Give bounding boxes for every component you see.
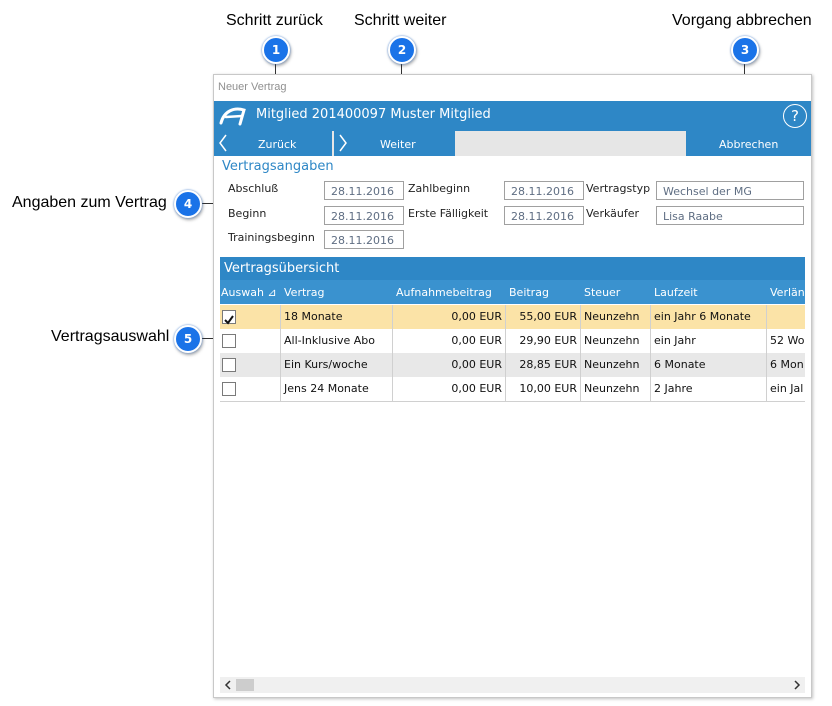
callout-label-contract-selection: Vertragsauswahl	[51, 328, 170, 345]
callout-label-contract-details: Angaben zum Vertrag	[12, 194, 167, 211]
checkmark-icon	[224, 315, 234, 325]
row-select-cell	[220, 305, 281, 329]
verlaengerung-cell: 6 Mon	[767, 353, 805, 377]
vertrag-cell: 18 Monate	[281, 305, 393, 329]
row-select-cell	[220, 377, 281, 401]
member-header: Mitglied 201400097 Muster Mitglied ?	[214, 101, 811, 131]
aufnahme-cell: 0,00 EUR	[393, 377, 506, 401]
laufzeit-cell: 2 Jahre	[651, 377, 767, 401]
verlaengerung-cell	[767, 305, 805, 329]
steuer-cell: Neunzehn	[581, 377, 651, 401]
callout-badge-2: 2	[388, 36, 416, 64]
aufnahme-cell: 0,00 EUR	[393, 305, 506, 329]
contract-grid: Auswah ⊿ Vertrag Aufnahmebeitrag Beitrag…	[220, 280, 805, 680]
beitrag-cell: 29,90 EUR	[506, 329, 581, 353]
scroll-thumb[interactable]	[236, 679, 254, 691]
col-header-aufnahmebeitrag[interactable]: Aufnahmebeitrag	[396, 286, 492, 299]
back-button[interactable]: Zurück	[214, 131, 332, 156]
trainingsbeginn-label: Trainingsbeginn	[228, 231, 315, 244]
laufzeit-cell: ein Jahr	[651, 329, 767, 353]
sort-icon: ⊿	[267, 286, 277, 299]
help-icon[interactable]: ?	[783, 104, 807, 128]
chevron-left-icon	[219, 134, 227, 152]
wizard-toolbar: Zurück Weiter Abbrechen	[214, 131, 811, 156]
col-header-steuer[interactable]: Steuer	[584, 286, 620, 299]
row-checkbox[interactable]	[222, 334, 236, 348]
horizontal-scrollbar[interactable]	[220, 677, 805, 693]
beitrag-cell: 10,00 EUR	[506, 377, 581, 401]
faelligkeit-label: Erste Fälligkeit	[408, 207, 489, 220]
cancel-button[interactable]: Abbrechen	[686, 131, 811, 156]
col-header-verlaengerung[interactable]: Verlän	[770, 286, 805, 299]
table-row[interactable]: Jens 24 Monate 0,00 EUR 10,00 EUR Neunze…	[220, 377, 805, 402]
window-title: Neuer Vertrag	[218, 81, 287, 93]
zahlbeginn-label: Zahlbeginn	[408, 182, 471, 195]
vertrag-cell: Ein Kurs/woche	[281, 353, 393, 377]
row-checkbox[interactable]	[222, 382, 236, 396]
abschluss-label: Abschluß	[228, 182, 279, 195]
steuer-cell: Neunzehn	[581, 353, 651, 377]
scroll-right-icon[interactable]	[791, 677, 803, 693]
beginn-field[interactable]: 28.11.2016	[324, 206, 404, 225]
zahlbeginn-field[interactable]: 28.11.2016	[504, 181, 584, 200]
vertrag-cell: Jens 24 Monate	[281, 377, 393, 401]
row-select-cell	[220, 353, 281, 377]
callout-badge-5: 5	[174, 325, 202, 353]
callout-badge-3: 3	[731, 36, 759, 64]
verlaengerung-cell: 52 Wo	[767, 329, 805, 353]
callout-badge-1: 1	[262, 36, 290, 64]
member-title: Mitglied 201400097 Muster Mitglied	[256, 107, 491, 122]
col-header-beitrag[interactable]: Beitrag	[509, 286, 549, 299]
verlaengerung-cell: ein Jal	[767, 377, 805, 401]
faelligkeit-field[interactable]: 28.11.2016	[504, 206, 584, 225]
col-header-laufzeit[interactable]: Laufzeit	[654, 286, 698, 299]
vertragstyp-field[interactable]: Wechsel der MG	[656, 181, 804, 200]
contract-overview-header: Vertragsübersicht	[220, 257, 805, 280]
chevron-right-icon	[339, 134, 347, 152]
aufnahme-cell: 0,00 EUR	[393, 353, 506, 377]
callout-badge-4: 4	[174, 190, 202, 218]
callout-label-next: Schritt weiter	[354, 12, 447, 29]
vertragstyp-label: Vertragstyp	[586, 182, 651, 195]
grid-column-header: Auswah ⊿ Vertrag Aufnahmebeitrag Beitrag…	[220, 280, 805, 304]
table-row[interactable]: 18 Monate 0,00 EUR 55,00 EUR Neunzehn ei…	[220, 305, 805, 330]
contract-overview-title: Vertragsübersicht	[224, 261, 340, 276]
row-checkbox[interactable]	[222, 310, 236, 325]
beitrag-cell: 28,85 EUR	[506, 353, 581, 377]
back-button-label: Zurück	[258, 138, 297, 151]
callout-label-back: Schritt zurück	[226, 12, 323, 29]
app-logo-icon	[219, 107, 246, 126]
laufzeit-cell: ein Jahr 6 Monate	[651, 305, 767, 329]
aufnahme-cell: 0,00 EUR	[393, 329, 506, 353]
row-select-cell	[220, 329, 281, 353]
col-header-auswahl-label: Auswah	[221, 286, 264, 299]
verkaeufer-field[interactable]: Lisa Raabe	[656, 206, 804, 225]
col-header-auswahl[interactable]: Auswah ⊿	[221, 286, 277, 299]
trainingsbeginn-field[interactable]: 28.11.2016	[324, 230, 404, 249]
beginn-label: Beginn	[228, 207, 267, 220]
verkaeufer-label: Verkäufer	[586, 207, 640, 220]
col-header-vertrag[interactable]: Vertrag	[284, 286, 325, 299]
table-row[interactable]: Ein Kurs/woche 0,00 EUR 28,85 EUR Neunze…	[220, 353, 805, 378]
steuer-cell: Neunzehn	[581, 305, 651, 329]
beitrag-cell: 55,00 EUR	[506, 305, 581, 329]
contract-details-title: Vertragsangaben	[222, 159, 334, 174]
scroll-left-icon[interactable]	[222, 677, 234, 693]
steuer-cell: Neunzehn	[581, 329, 651, 353]
laufzeit-cell: 6 Monate	[651, 353, 767, 377]
table-row[interactable]: All-Inklusive Abo 0,00 EUR 29,90 EUR Neu…	[220, 329, 805, 354]
row-checkbox[interactable]	[222, 358, 236, 372]
new-contract-window: Neuer Vertrag Mitglied 201400097 Muster …	[213, 74, 812, 698]
next-button-label: Weiter	[380, 138, 416, 151]
callout-label-cancel: Vorgang abbrechen	[672, 12, 812, 29]
cancel-button-label: Abbrechen	[719, 138, 779, 151]
vertrag-cell: All-Inklusive Abo	[281, 329, 393, 353]
abschluss-field[interactable]: 28.11.2016	[324, 181, 404, 200]
next-button[interactable]: Weiter	[334, 131, 455, 156]
